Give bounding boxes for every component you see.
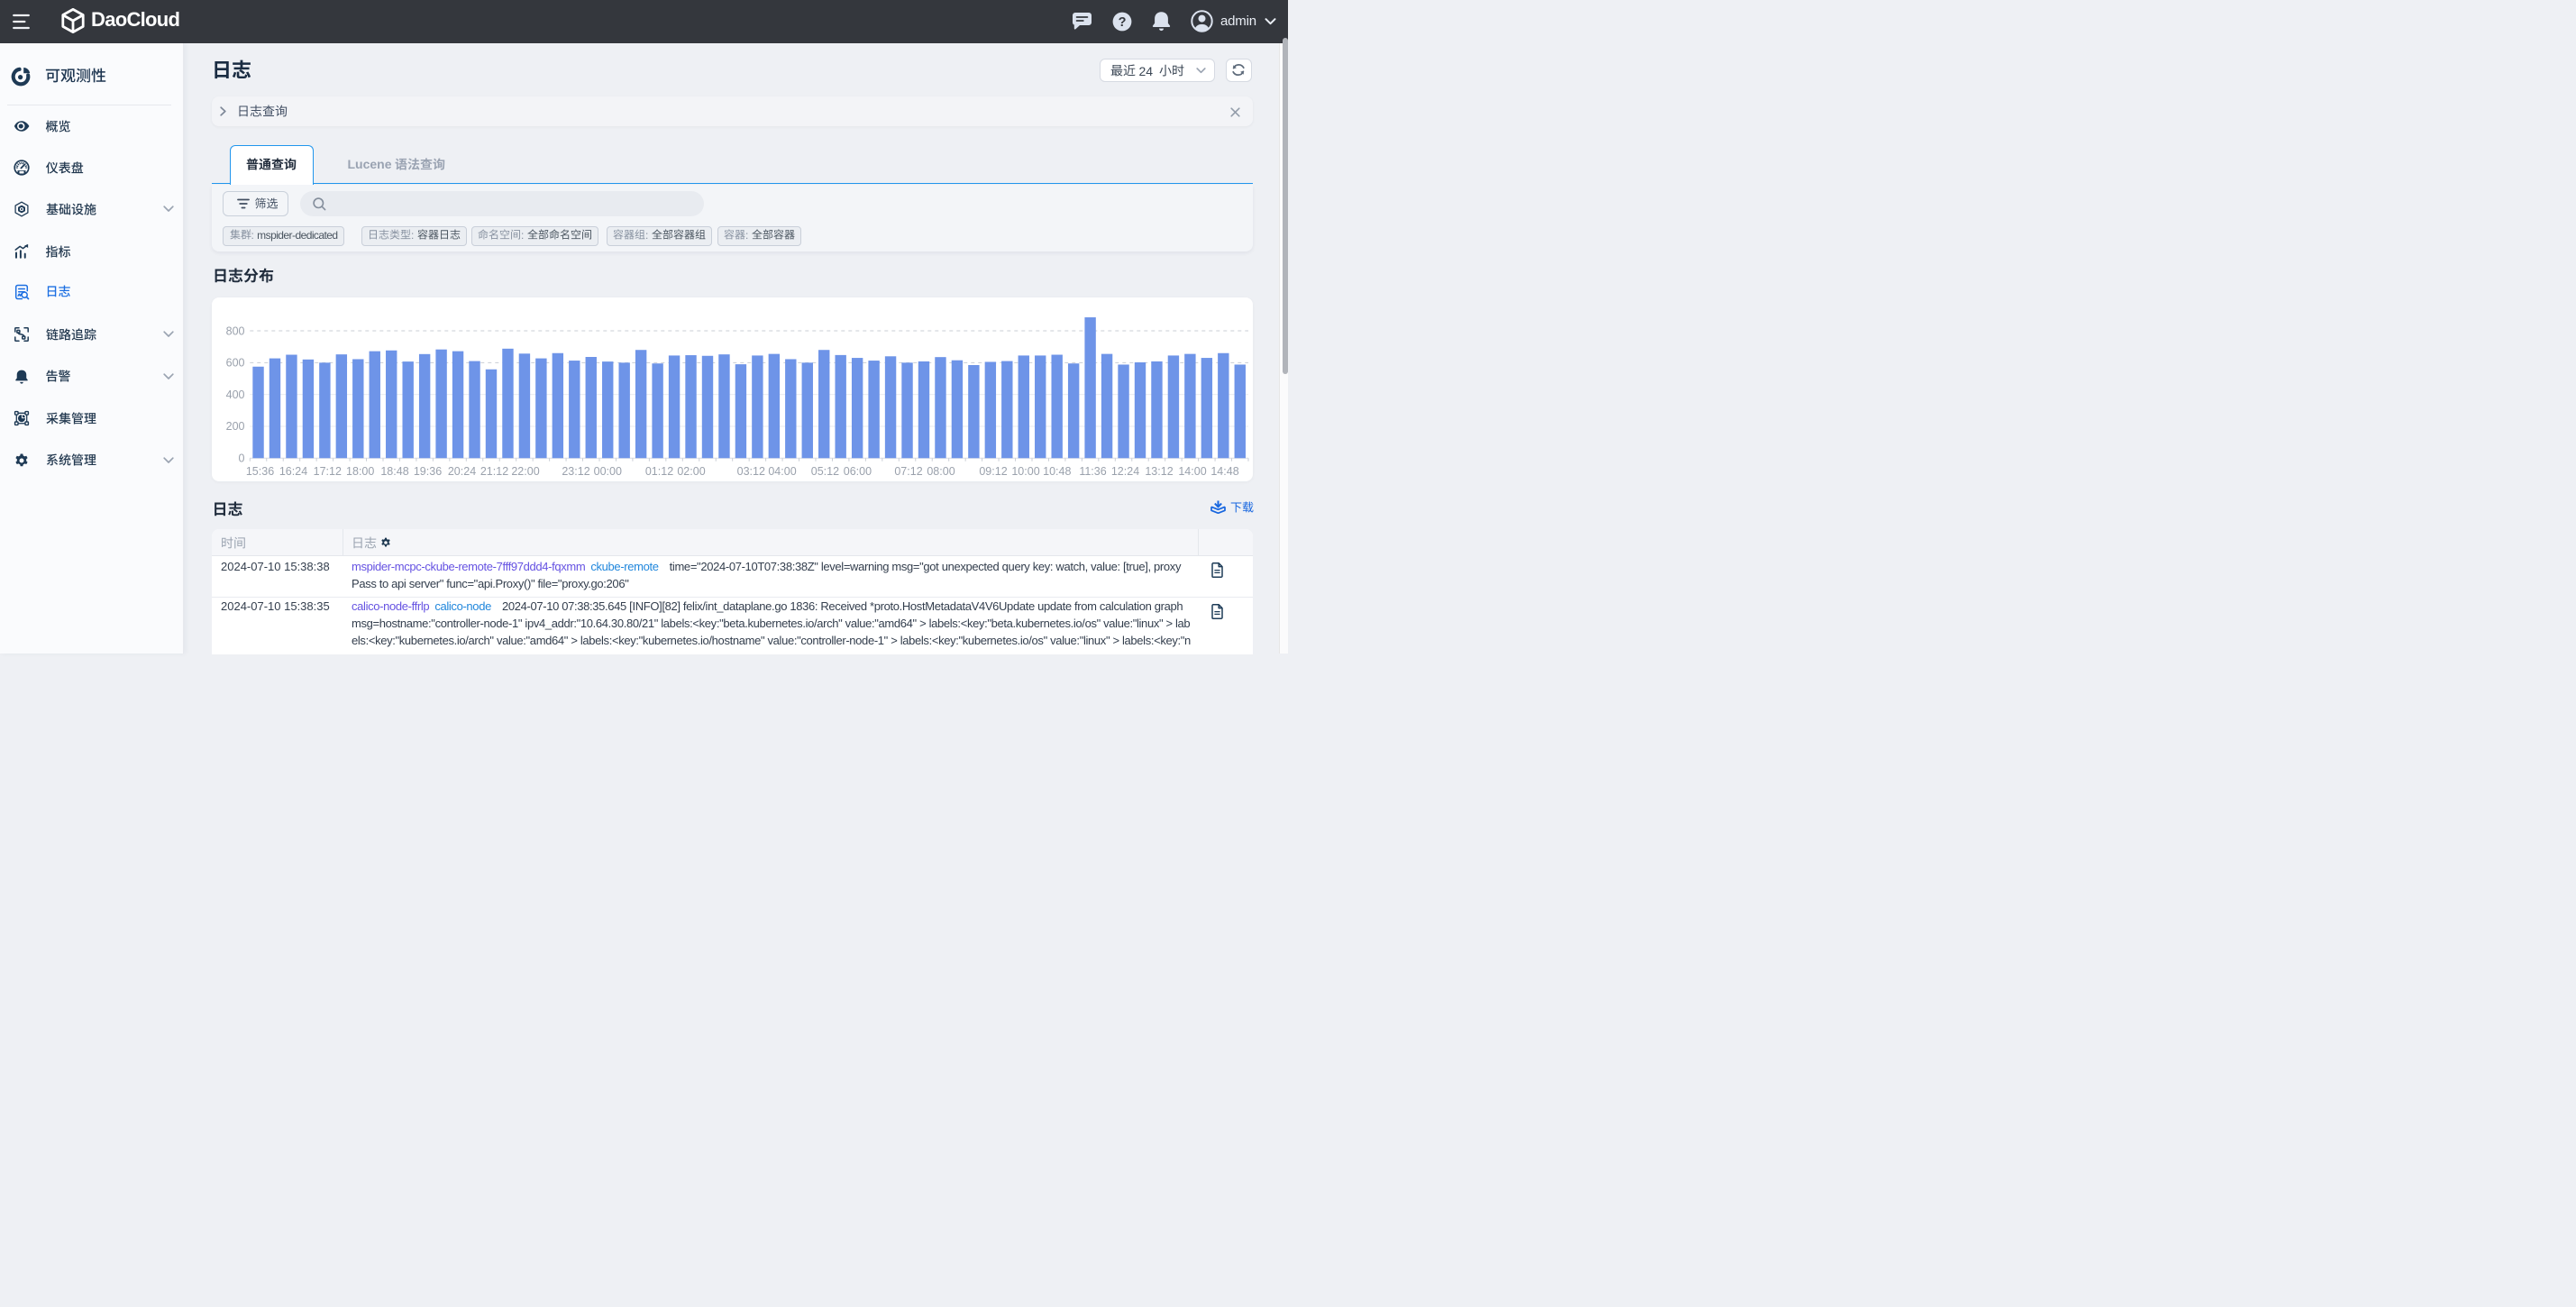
svg-text:04:00: 04:00 [768, 465, 796, 478]
svg-text:07:12: 07:12 [894, 465, 922, 478]
svg-text:13:12: 13:12 [1145, 465, 1173, 478]
svg-text:?: ? [1119, 15, 1127, 30]
svg-text:18:48: 18:48 [380, 465, 408, 478]
svg-text:09:12: 09:12 [979, 465, 1007, 478]
svg-text:16:24: 16:24 [279, 465, 307, 478]
svg-text:800: 800 [226, 324, 245, 337]
svg-text:15:36: 15:36 [246, 465, 274, 478]
svg-text:20:24: 20:24 [448, 465, 476, 478]
svg-text:02:00: 02:00 [677, 465, 705, 478]
svg-text:17:12: 17:12 [314, 465, 342, 478]
svg-text:08:00: 08:00 [927, 465, 955, 478]
svg-text:06:00: 06:00 [844, 465, 872, 478]
svg-text:400: 400 [226, 388, 245, 401]
svg-text:19:36: 19:36 [414, 465, 442, 478]
svg-text:200: 200 [226, 420, 245, 433]
svg-text:600: 600 [226, 357, 245, 370]
svg-text:10:00: 10:00 [1011, 465, 1039, 478]
svg-text:12:24: 12:24 [1111, 465, 1139, 478]
svg-text:0: 0 [239, 452, 245, 465]
svg-text:18:00: 18:00 [346, 465, 374, 478]
svg-text:10:48: 10:48 [1043, 465, 1071, 478]
svg-text:11:36: 11:36 [1079, 465, 1106, 478]
svg-text:05:12: 05:12 [811, 465, 839, 478]
svg-text:23:12: 23:12 [562, 465, 589, 478]
svg-text:01:12: 01:12 [645, 465, 673, 478]
svg-text:21:12: 21:12 [480, 465, 508, 478]
svg-text:14:48: 14:48 [1210, 465, 1238, 478]
svg-text:03:12: 03:12 [737, 465, 765, 478]
svg-text:14:00: 14:00 [1178, 465, 1206, 478]
svg-text:22:00: 22:00 [511, 465, 539, 478]
svg-text:00:00: 00:00 [594, 465, 622, 478]
